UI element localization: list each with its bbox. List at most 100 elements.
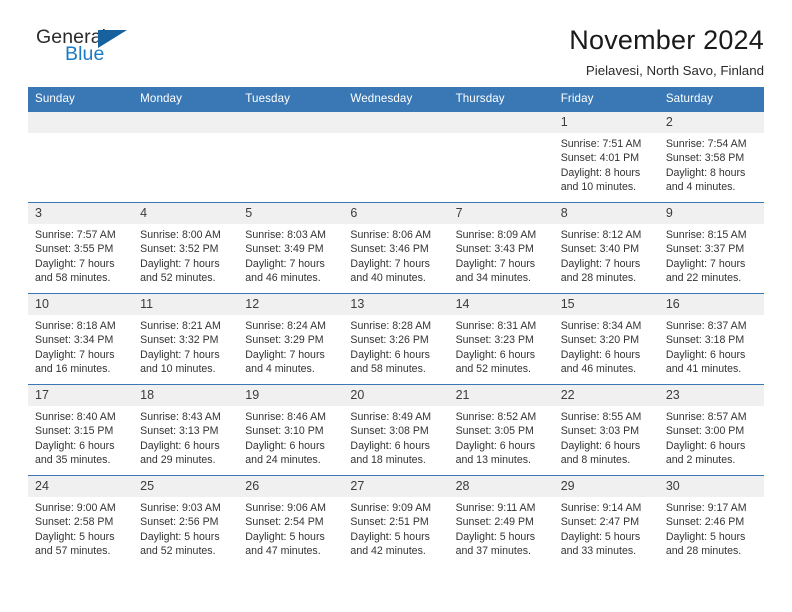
daylight-text: Daylight: 5 hours (665, 530, 746, 543)
sunset-text: Sunset: 3:52 PM (140, 243, 219, 256)
sunrise-text: Sunrise: 9:14 AM (560, 502, 642, 515)
sun-info: Sunrise: 9:00 AM Sunset: 2:58 PM Daylight:… (28, 497, 133, 557)
calendar-week-row: 3 Sunrise: 7:57 AM Sunset: 3:55 PM Daylight… (28, 202, 764, 294)
daylight-text: Daylight: 6 hours (560, 439, 641, 452)
day-number: 4 (133, 203, 239, 225)
calendar-day-cell[interactable]: 5 Sunrise: 8:03 AM Sunset: 3:49 PM Daylight… (238, 202, 344, 294)
sunset-text: Sunset: 3:26 PM (350, 334, 429, 347)
sunset-text: Sunset: 3:58 PM (665, 152, 745, 165)
calendar-day-cell[interactable]: 25 Sunrise: 9:03 AM Sunset: 2:56 PM Dayligh… (133, 475, 239, 566)
calendar-day-cell[interactable]: 19 Sunrise: 8:46 AM Sunset: 3:10 PM Dayligh… (238, 384, 344, 476)
day-number: 8 (553, 203, 659, 225)
calendar-day-cell[interactable]: 9 Sunrise: 8:15 AM Sunset: 3:37 PM Daylight… (658, 202, 764, 294)
calendar-day-cell-empty (343, 111, 449, 203)
day-number (133, 112, 239, 134)
sunrise-text: Sunrise: 8:55 AM (560, 411, 642, 424)
calendar-day-cell[interactable]: 24 Sunrise: 9:00 AM Sunset: 2:58 PM Dayligh… (28, 475, 134, 566)
calendar-day-cell[interactable]: 2 Sunrise: 7:54 AM Sunset: 3:58 PM Daylight… (658, 111, 764, 203)
sunrise-text: Sunrise: 8:03 AM (245, 229, 326, 242)
calendar-day-cell[interactable]: 16 Sunrise: 8:37 AM Sunset: 3:18 PM Dayligh… (658, 293, 764, 385)
sunrise-text: Sunrise: 8:06 AM (350, 229, 432, 242)
calendar-week-row: 17 Sunrise: 8:40 AM Sunset: 3:15 PM Dayligh… (28, 384, 764, 476)
calendar-day-cell[interactable]: 3 Sunrise: 7:57 AM Sunset: 3:55 PM Daylight… (28, 202, 134, 294)
daylight-text: and 52 minutes. (455, 362, 531, 375)
calendar-day-cell[interactable]: 7 Sunrise: 8:09 AM Sunset: 3:43 PM Daylight… (448, 202, 554, 294)
calendar-day-cell[interactable]: 8 Sunrise: 8:12 AM Sunset: 3:40 PM Daylight… (553, 202, 659, 294)
daylight-text: and 52 minutes. (140, 544, 216, 557)
calendar-day-cell[interactable]: 27 Sunrise: 9:09 AM Sunset: 2:51 PM Dayligh… (343, 475, 449, 566)
calendar-day-cell[interactable]: 14 Sunrise: 8:31 AM Sunset: 3:23 PM Dayligh… (448, 293, 554, 385)
sun-info: Sunrise: 8:28 AM Sunset: 3:26 PM Daylight:… (343, 315, 448, 375)
calendar-day-cell[interactable]: 1 Sunrise: 7:51 AM Sunset: 4:01 PM Daylight… (553, 111, 659, 203)
calendar-day-cell[interactable]: 6 Sunrise: 8:06 AM Sunset: 3:46 PM Daylight… (343, 202, 449, 294)
sunrise-text: Sunrise: 8:15 AM (665, 229, 747, 242)
sunset-text: Sunset: 3:18 PM (665, 334, 745, 347)
day-number: 17 (28, 385, 134, 407)
day-number: 2 (658, 112, 764, 134)
day-number (343, 112, 449, 134)
calendar-day-cell[interactable]: 22 Sunrise: 8:55 AM Sunset: 3:03 PM Dayligh… (553, 384, 659, 476)
sunrise-text: Sunrise: 7:54 AM (665, 138, 747, 151)
daylight-text: Daylight: 7 hours (35, 348, 115, 361)
daylight-text: Daylight: 7 hours (665, 257, 746, 270)
calendar-day-cell[interactable]: 4 Sunrise: 8:00 AM Sunset: 3:52 PM Daylight… (133, 202, 239, 294)
brand-name-bottom: Blue (65, 43, 105, 65)
weekday-header-tuesday: Tuesday (238, 87, 344, 112)
daylight-text: and 34 minutes. (455, 271, 531, 284)
calendar-day-cell[interactable]: 26 Sunrise: 9:06 AM Sunset: 2:54 PM Dayligh… (238, 475, 344, 566)
daylight-text: and 10 minutes. (140, 362, 216, 375)
calendar-day-cell[interactable]: 17 Sunrise: 8:40 AM Sunset: 3:15 PM Dayligh… (28, 384, 134, 476)
calendar-day-cell[interactable]: 30 Sunrise: 9:17 AM Sunset: 2:46 PM Dayligh… (658, 475, 764, 566)
calendar-day-cell[interactable]: 10 Sunrise: 8:18 AM Sunset: 3:34 PM Dayligh… (28, 293, 134, 385)
daylight-text: Daylight: 6 hours (245, 439, 325, 452)
sunrise-text: Sunrise: 8:34 AM (560, 320, 642, 333)
daylight-text: and 41 minutes. (665, 362, 742, 375)
daylight-text: and 46 minutes. (560, 362, 637, 375)
calendar-day-cell[interactable]: 18 Sunrise: 8:43 AM Sunset: 3:13 PM Dayligh… (133, 384, 239, 476)
daylight-text: Daylight: 5 hours (140, 530, 220, 543)
calendar-day-cell[interactable]: 20 Sunrise: 8:49 AM Sunset: 3:08 PM Dayligh… (343, 384, 449, 476)
calendar-day-cell[interactable]: 13 Sunrise: 8:28 AM Sunset: 3:26 PM Dayligh… (343, 293, 449, 385)
sun-info: Sunrise: 9:03 AM Sunset: 2:56 PM Daylight:… (133, 497, 238, 557)
sun-info: Sunrise: 9:11 AM Sunset: 2:49 PM Daylight:… (449, 497, 554, 557)
daylight-text: and 29 minutes. (140, 453, 216, 466)
calendar-day-cell[interactable]: 11 Sunrise: 8:21 AM Sunset: 3:32 PM Dayligh… (133, 293, 239, 385)
day-number: 26 (238, 476, 344, 498)
daylight-text: Daylight: 8 hours (560, 166, 641, 179)
daylight-text: Daylight: 7 hours (350, 257, 430, 270)
daylight-text: and 47 minutes. (245, 544, 321, 557)
day-number (28, 112, 134, 134)
sunset-text: Sunset: 2:51 PM (350, 516, 429, 529)
day-number: 29 (553, 476, 659, 498)
calendar-day-cell[interactable]: 12 Sunrise: 8:24 AM Sunset: 3:29 PM Dayligh… (238, 293, 344, 385)
daylight-text: Daylight: 6 hours (665, 439, 746, 452)
sun-info: Sunrise: 8:57 AM Sunset: 3:00 PM Daylight:… (659, 406, 764, 466)
calendar-day-cell[interactable]: 28 Sunrise: 9:11 AM Sunset: 2:49 PM Dayligh… (448, 475, 554, 566)
daylight-text: and 2 minutes. (665, 453, 736, 466)
calendar-day-cell[interactable]: 15 Sunrise: 8:34 AM Sunset: 3:20 PM Dayligh… (553, 293, 659, 385)
daylight-text: and 42 minutes. (350, 544, 426, 557)
calendar-day-cell-empty (448, 111, 554, 203)
sun-info: Sunrise: 9:09 AM Sunset: 2:51 PM Daylight:… (343, 497, 448, 557)
sunset-text: Sunset: 3:46 PM (350, 243, 429, 256)
daylight-text: and 58 minutes. (350, 362, 426, 375)
sunset-text: Sunset: 2:46 PM (665, 516, 745, 529)
sunset-text: Sunset: 3:34 PM (35, 334, 114, 347)
calendar-day-cell[interactable]: 23 Sunrise: 8:57 AM Sunset: 3:00 PM Dayligh… (658, 384, 764, 476)
daylight-text: and 58 minutes. (35, 271, 111, 284)
sunset-text: Sunset: 3:49 PM (245, 243, 324, 256)
sun-info: Sunrise: 7:51 AM Sunset: 4:01 PM Daylight:… (554, 133, 659, 193)
sunrise-text: Sunrise: 8:24 AM (245, 320, 326, 333)
day-number: 20 (343, 385, 449, 407)
day-number (238, 112, 344, 134)
sunrise-text: Sunrise: 9:06 AM (245, 502, 326, 515)
calendar-day-cell[interactable]: 29 Sunrise: 9:14 AM Sunset: 2:47 PM Dayligh… (553, 475, 659, 566)
day-number: 18 (133, 385, 239, 407)
sunrise-text: Sunrise: 9:03 AM (140, 502, 221, 515)
day-number (448, 112, 554, 134)
sun-info: Sunrise: 8:18 AM Sunset: 3:34 PM Daylight:… (28, 315, 133, 375)
calendar-day-cell[interactable]: 21 Sunrise: 8:52 AM Sunset: 3:05 PM Dayligh… (448, 384, 554, 476)
daylight-text: and 8 minutes. (560, 453, 631, 466)
sun-info: Sunrise: 9:17 AM Sunset: 2:46 PM Daylight:… (659, 497, 764, 557)
brand-logo[interactable]: General Blue (28, 26, 148, 72)
